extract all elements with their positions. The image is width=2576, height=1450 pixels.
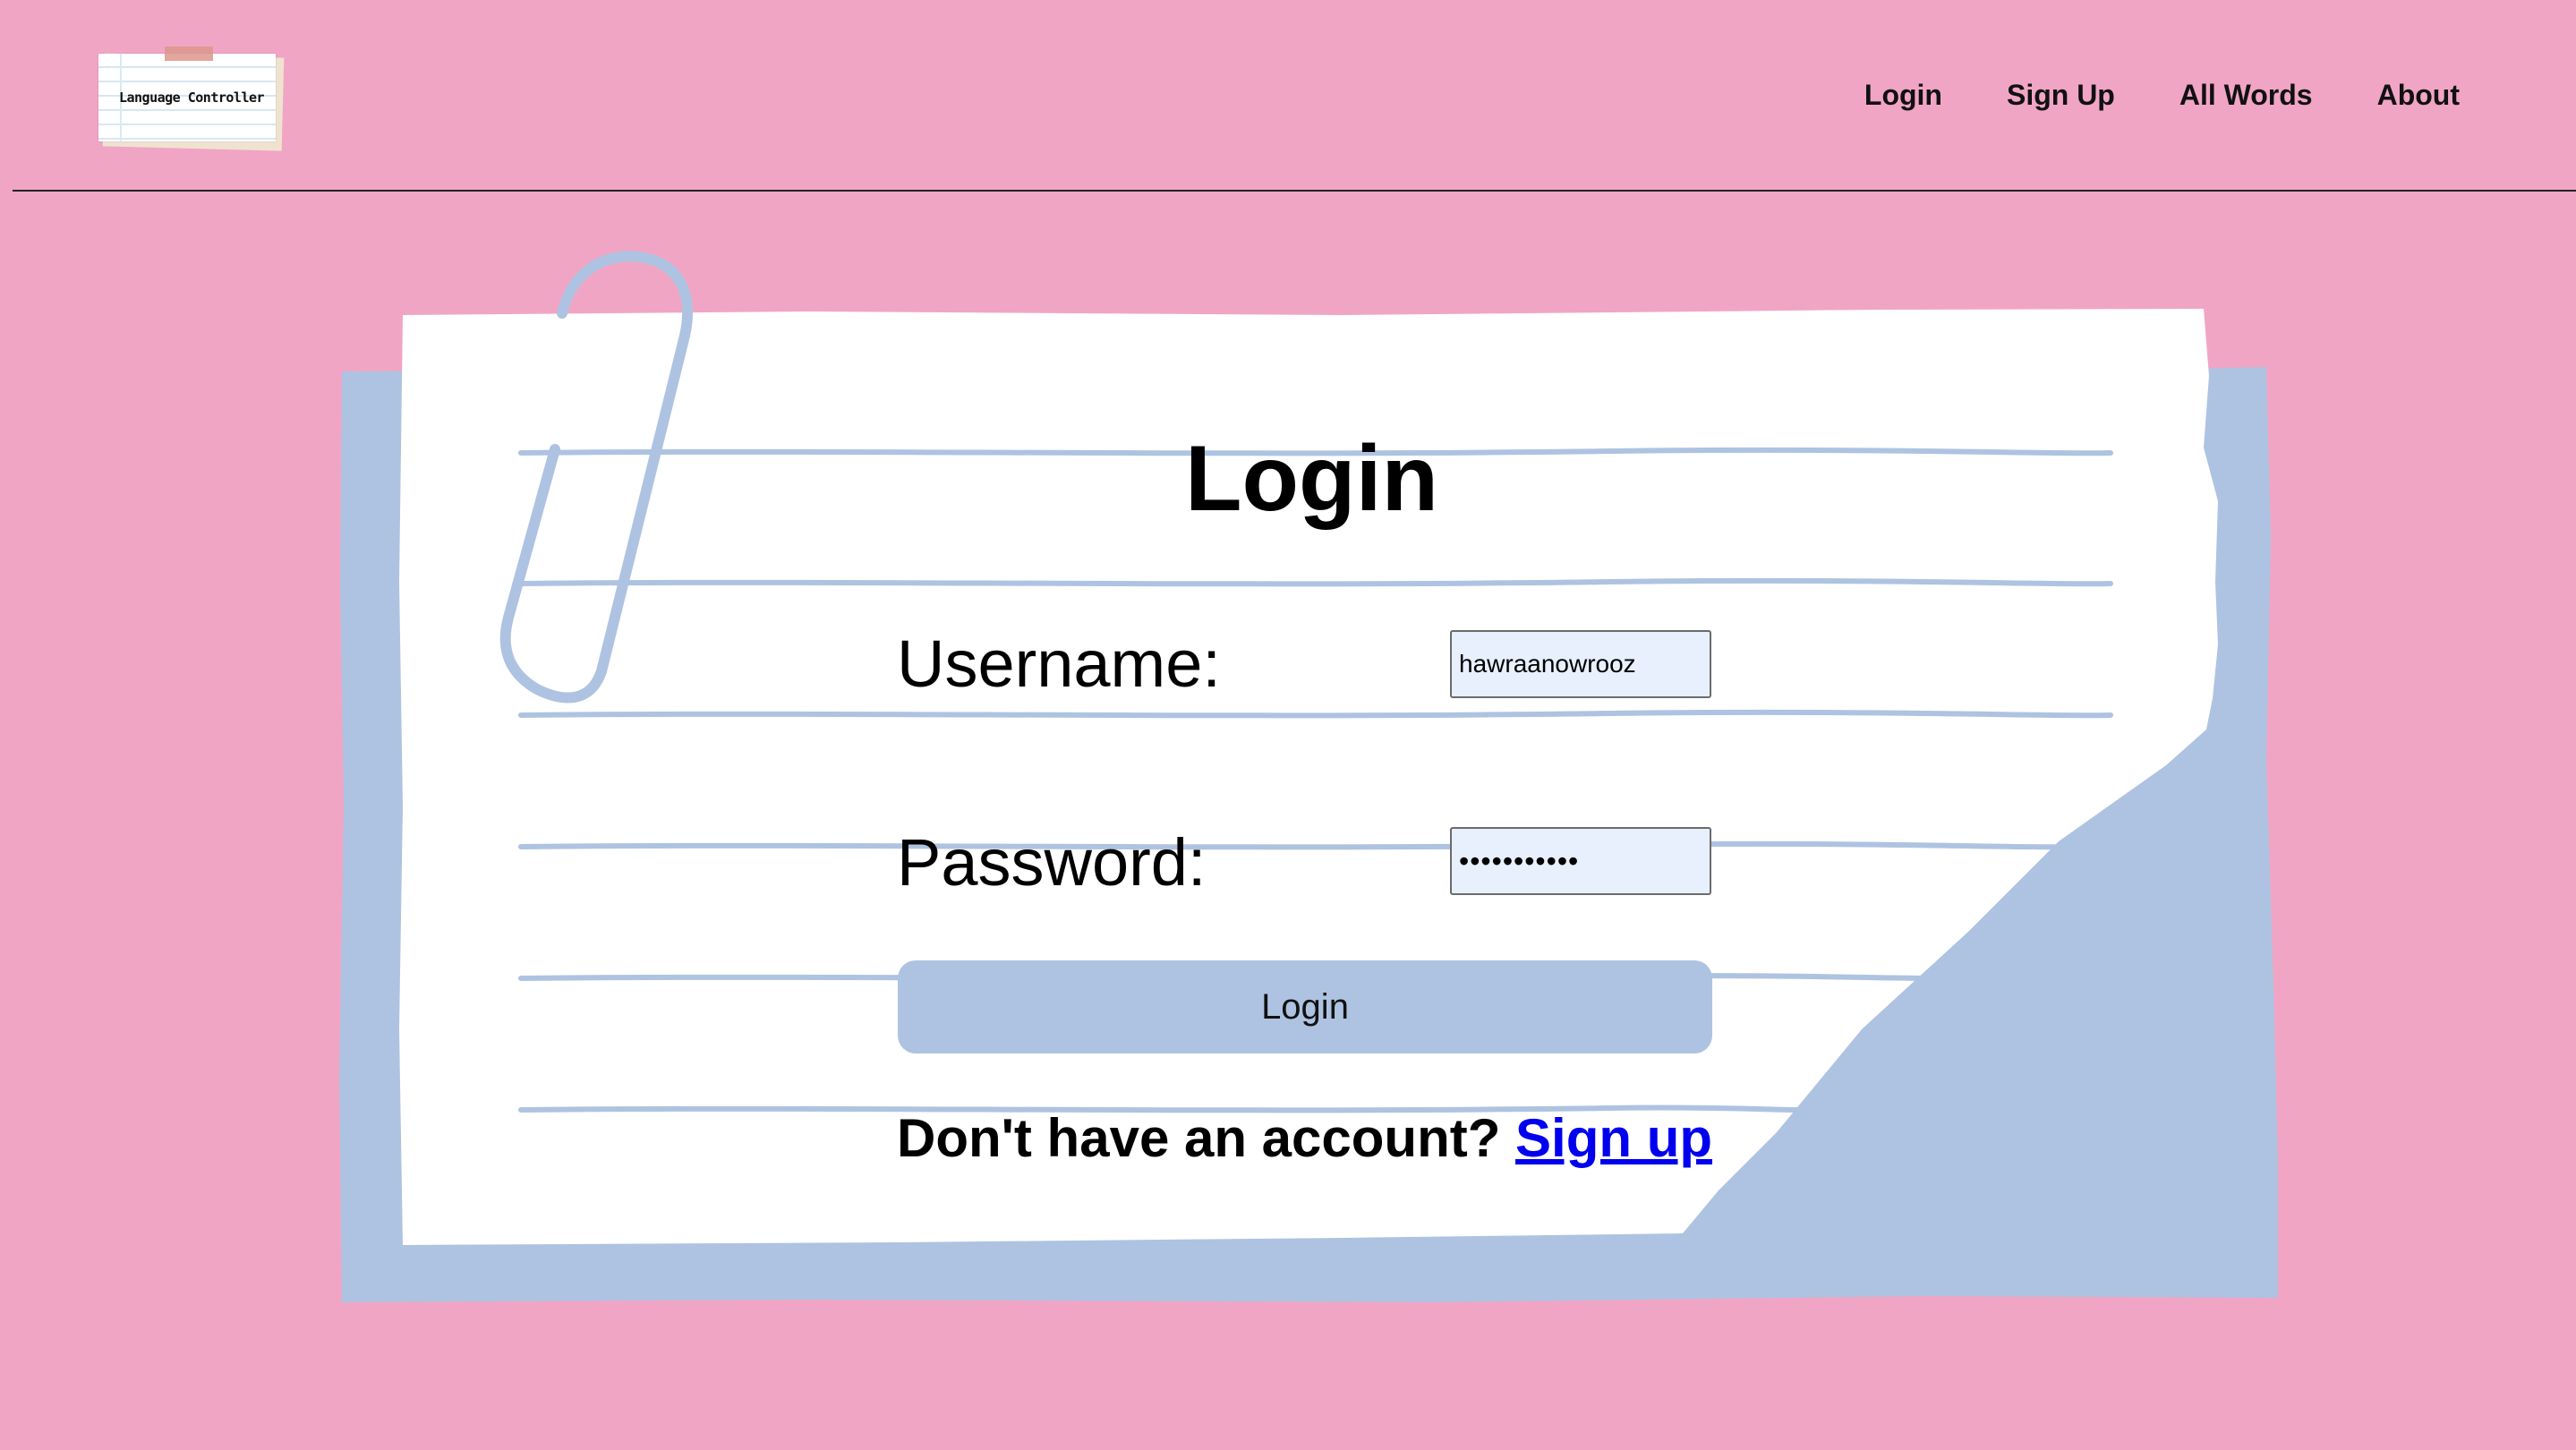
- signup-link[interactable]: Sign up: [1515, 1108, 1712, 1168]
- login-card: [0, 0, 2576, 1450]
- no-account-text: Don't have an account?: [897, 1108, 1501, 1168]
- username-input[interactable]: [1450, 630, 1711, 698]
- page-title: Login: [1185, 427, 1439, 531]
- username-label: Username:: [897, 627, 1221, 701]
- password-input[interactable]: [1450, 827, 1711, 895]
- ruled-line-2: [518, 577, 2113, 587]
- login-button[interactable]: Login: [898, 960, 1712, 1053]
- card-illustration: [339, 251, 2278, 1302]
- signup-prompt: Don't have an account? Sign up: [897, 1107, 1712, 1169]
- password-label: Password:: [897, 825, 1207, 900]
- ruled-line-3: [518, 709, 2113, 719]
- ruled-line-4: [518, 840, 2079, 850]
